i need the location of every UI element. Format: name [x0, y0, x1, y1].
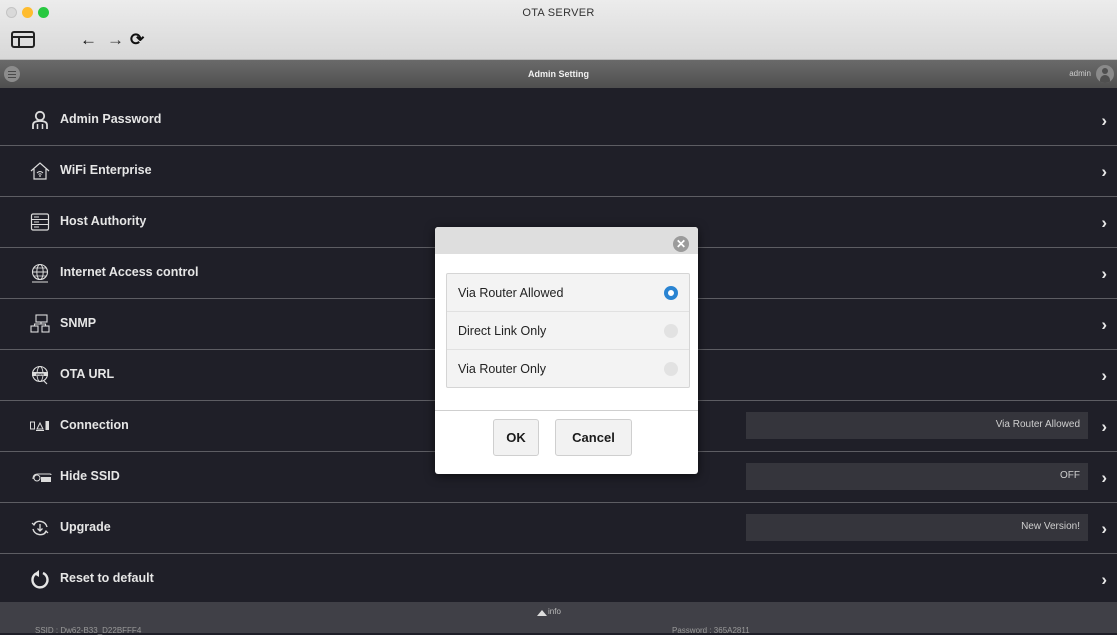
ssid-info: SSID : Dw62-B33_D22BFFF4 — [35, 626, 142, 635]
menu-item-label: OTA URL — [60, 367, 115, 381]
window-icon[interactable] — [11, 31, 35, 48]
radio-unselected[interactable] — [664, 324, 678, 338]
upgrade-icon — [31, 520, 49, 536]
dialog-header: ✕ — [435, 227, 698, 254]
radio-selected[interactable] — [664, 286, 678, 300]
option-via-router-only[interactable]: Via Router Only — [447, 350, 689, 387]
network-icon — [30, 314, 50, 333]
menu-item-label: Connection — [60, 418, 129, 432]
menu-item-label: Upgrade — [60, 520, 111, 534]
reset-icon — [31, 570, 49, 589]
window-title: OTA SERVER — [522, 7, 595, 19]
window-titlebar: OTA SERVER ← → ⟳ — [0, 0, 1117, 60]
menu-item-label: Admin Password — [60, 112, 162, 126]
upgrade-value: New Version! — [1021, 521, 1080, 532]
upgrade-value-field[interactable]: New Version! — [746, 514, 1088, 541]
menu-item-upgrade[interactable]: Upgrade New Version! › — [0, 503, 1117, 554]
option-label: Direct Link Only — [458, 324, 547, 338]
server-icon — [30, 213, 50, 231]
menu-item-reset-to-default[interactable]: Reset to default › — [0, 554, 1117, 604]
chevron-right-icon: › — [1101, 417, 1107, 436]
chevron-right-icon: › — [1101, 315, 1107, 334]
connection-icon — [30, 421, 49, 431]
chevron-right-icon: › — [1101, 366, 1107, 385]
app-header: Admin Setting admin — [0, 60, 1117, 88]
chevron-right-icon: › — [1101, 468, 1107, 487]
chevron-right-icon: › — [1101, 519, 1107, 538]
menu-item-admin-password[interactable]: Admin Password › — [0, 95, 1117, 146]
dialog-divider — [435, 410, 698, 411]
menu-item-label: Host Authority — [60, 214, 147, 228]
back-icon[interactable]: ← — [80, 30, 97, 50]
hide-ssid-value-field[interactable]: OFF — [746, 463, 1088, 490]
radio-unselected[interactable] — [664, 362, 678, 376]
reload-icon[interactable]: ⟳ — [130, 30, 144, 50]
chevron-right-icon: › — [1101, 570, 1107, 589]
cancel-button[interactable]: Cancel — [555, 419, 632, 456]
avatar[interactable] — [1096, 65, 1114, 83]
connection-dialog: ✕ Via Router Allowed Direct Link Only Vi… — [435, 227, 698, 474]
forward-icon[interactable]: → — [107, 30, 124, 50]
connection-value: Via Router Allowed — [995, 419, 1080, 430]
chevron-right-icon: › — [1101, 162, 1107, 181]
connection-options-list: Via Router Allowed Direct Link Only Via … — [446, 273, 690, 388]
house-wifi-icon — [30, 162, 50, 180]
password-info: Password : 365A2811 — [672, 626, 750, 635]
option-direct-link-only[interactable]: Direct Link Only — [447, 312, 689, 350]
ssid-icon — [32, 473, 52, 482]
info-toggle[interactable]: info — [548, 607, 561, 616]
close-icon[interactable]: ✕ — [673, 236, 689, 252]
user-icon — [32, 110, 48, 129]
ok-button[interactable]: OK — [493, 419, 539, 456]
www-icon: www — [31, 365, 49, 385]
menu-item-label: Reset to default — [60, 571, 154, 585]
menu-item-label: SNMP — [60, 316, 97, 330]
svg-text:www: www — [35, 372, 44, 376]
chevron-up-icon[interactable] — [537, 610, 547, 616]
hide-ssid-value: OFF — [1060, 470, 1080, 481]
option-label: Via Router Only — [458, 362, 547, 376]
option-label: Via Router Allowed — [458, 286, 564, 300]
chevron-right-icon: › — [1101, 213, 1107, 232]
menu-item-label: Internet Access control — [60, 265, 199, 279]
chevron-right-icon: › — [1101, 264, 1107, 283]
footer-bar: info SSID : Dw62-B33_D22BFFF4 Password :… — [0, 602, 1117, 635]
menu-item-label: WiFi Enterprise — [60, 163, 152, 177]
menu-item-label: Hide SSID — [60, 469, 120, 483]
menu-item-wifi-enterprise[interactable]: WiFi Enterprise › — [0, 146, 1117, 197]
page-title: Admin Setting — [528, 69, 589, 79]
connection-value-field[interactable]: Via Router Allowed — [746, 412, 1088, 439]
option-via-router-allowed[interactable]: Via Router Allowed — [447, 274, 689, 312]
user-name[interactable]: admin — [1069, 69, 1091, 78]
globe-icon — [31, 263, 49, 283]
chevron-right-icon: › — [1101, 111, 1107, 130]
